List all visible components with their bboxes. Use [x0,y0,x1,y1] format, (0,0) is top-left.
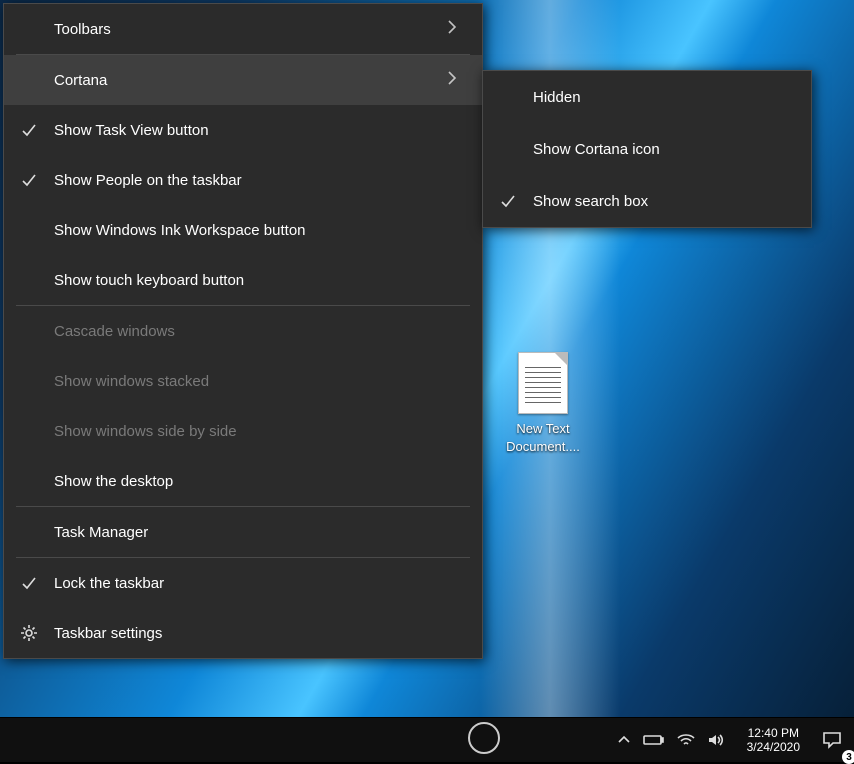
cortana-submenu: Hidden Show Cortana icon Show search box [482,70,812,228]
desktop-text-file-label: New Text Document.... [498,420,588,456]
menu-item-cascade-windows: Cascade windows [4,306,482,356]
gear-icon [4,624,54,642]
submenu-item-show-search-box[interactable]: Show search box [483,175,811,227]
submenu-item-hidden[interactable]: Hidden [483,71,811,123]
battery-icon[interactable] [637,733,671,747]
menu-item-show-desktop[interactable]: Show the desktop [4,456,482,506]
clock-time: 12:40 PM [748,726,799,740]
menu-item-show-touch-keyboard[interactable]: Show touch keyboard button [4,255,482,305]
menu-item-show-task-view[interactable]: Show Task View button [4,105,482,155]
wifi-icon[interactable] [671,733,701,747]
system-tray [605,718,737,762]
desktop-text-file[interactable]: New Text Document.... [498,352,588,456]
menu-item-cortana[interactable]: Cortana [4,55,482,105]
checkmark-icon [4,121,54,139]
taskbar-cortana-icon[interactable] [468,722,500,754]
menu-item-task-manager[interactable]: Task Manager [4,507,482,557]
checkmark-icon [483,192,533,210]
volume-icon[interactable] [701,733,731,747]
submenu-item-show-cortana-icon[interactable]: Show Cortana icon [483,123,811,175]
taskbar: 12:40 PM 3/24/2020 3 [0,718,854,762]
menu-item-show-people[interactable]: Show People on the taskbar [4,155,482,205]
checkmark-icon [4,574,54,592]
taskbar-context-menu: Toolbars Cortana Show Task View button S… [3,3,483,659]
chevron-right-icon [440,19,464,39]
menu-item-lock-taskbar[interactable]: Lock the taskbar [4,558,482,608]
menu-item-taskbar-settings[interactable]: Taskbar settings [4,608,482,658]
chevron-right-icon [440,70,464,90]
text-file-icon [518,352,568,414]
menu-item-show-ink-workspace[interactable]: Show Windows Ink Workspace button [4,205,482,255]
menu-item-windows-side-by-side: Show windows side by side [4,406,482,456]
action-center-icon[interactable]: 3 [810,718,854,762]
tray-overflow-icon[interactable] [611,733,637,747]
checkmark-icon [4,171,54,189]
menu-item-windows-stacked: Show windows stacked [4,356,482,406]
menu-item-toolbars[interactable]: Toolbars [4,4,482,54]
clock-date: 3/24/2020 [747,740,800,754]
taskbar-clock[interactable]: 12:40 PM 3/24/2020 [737,718,810,762]
